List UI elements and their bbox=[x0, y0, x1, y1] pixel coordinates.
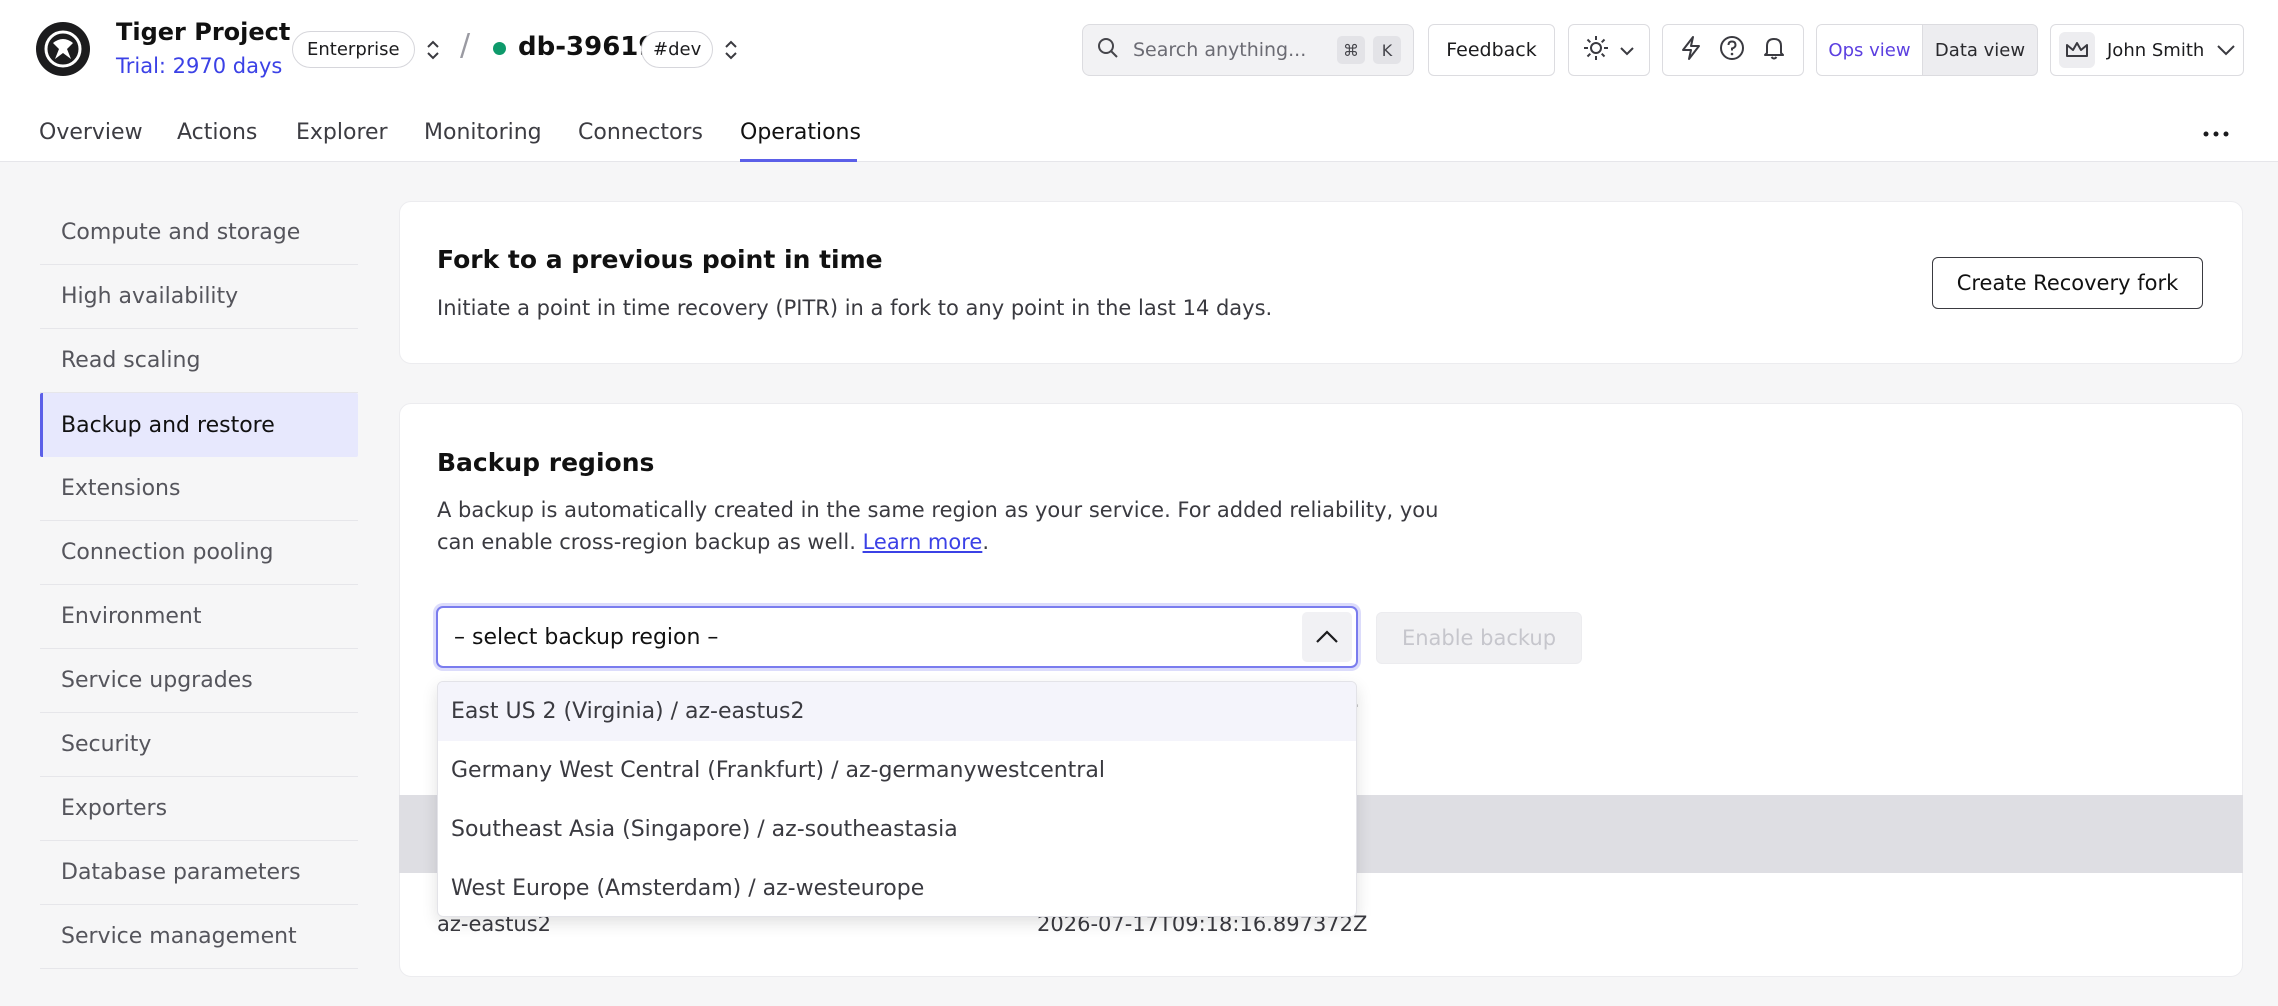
tab-explorer[interactable]: Explorer bbox=[296, 120, 388, 145]
active-tab-indicator bbox=[740, 159, 857, 162]
service-status-dot bbox=[493, 42, 506, 55]
more-horizontal-icon[interactable] bbox=[2200, 122, 2232, 146]
project-switcher-chevron-icon[interactable] bbox=[424, 37, 442, 63]
sidebar-item-service-management[interactable]: Service management bbox=[40, 905, 358, 969]
backup-card-description-line-2: can enable cross-region backup as well. … bbox=[437, 526, 989, 559]
top-header: Tiger Project Trial: 2970 days Enterpris… bbox=[0, 0, 2278, 162]
sidebar-item-service-upgrades[interactable]: Service upgrades bbox=[40, 649, 358, 713]
user-menu-button[interactable]: John Smith bbox=[2050, 24, 2244, 76]
sidebar-item-read-scaling[interactable]: Read scaling bbox=[40, 329, 358, 393]
tab-operations[interactable]: Operations bbox=[740, 120, 861, 145]
tiger-logo-icon[interactable] bbox=[36, 22, 90, 76]
plan-badge: Enterprise bbox=[292, 31, 415, 68]
trial-link[interactable]: Trial: 2970 days bbox=[116, 54, 282, 78]
backup-card-title: Backup regions bbox=[437, 448, 655, 477]
environment-badge: #dev bbox=[641, 31, 714, 68]
region-option-eastus2[interactable]: East US 2 (Virginia) / az-eastus2 bbox=[438, 682, 1356, 741]
view-toggle: Ops view Data view bbox=[1816, 24, 2038, 76]
sidebar-item-high-availability[interactable]: High availability bbox=[40, 265, 358, 329]
region-option-germanywestcentral[interactable]: Germany West Central (Frankfurt) / az-ge… bbox=[438, 741, 1356, 800]
tab-actions[interactable]: Actions bbox=[177, 120, 257, 145]
chevron-down-icon bbox=[2216, 41, 2236, 60]
sun-icon bbox=[1583, 35, 1609, 66]
fork-card-description: Initiate a point in time recovery (PITR)… bbox=[437, 296, 1273, 320]
region-dropdown-menu: East US 2 (Virginia) / az-eastus2 German… bbox=[437, 681, 1357, 917]
ops-view-tab[interactable]: Ops view bbox=[1817, 25, 1923, 75]
project-name[interactable]: Tiger Project bbox=[116, 18, 290, 46]
service-switcher-chevron-icon[interactable] bbox=[722, 37, 740, 63]
crown-icon bbox=[2059, 32, 2095, 68]
search-input[interactable]: Search anything... ⌘ K bbox=[1082, 24, 1414, 76]
sidebar-item-security[interactable]: Security bbox=[40, 713, 358, 777]
sidebar-item-database-parameters[interactable]: Database parameters bbox=[40, 841, 358, 905]
shortcut-key-cmd: ⌘ bbox=[1337, 36, 1365, 64]
service-name[interactable]: db-39619 bbox=[518, 32, 656, 62]
create-recovery-fork-button[interactable]: Create Recovery fork bbox=[1932, 257, 2203, 309]
sidebar-item-compute-and-storage[interactable]: Compute and storage bbox=[40, 201, 358, 265]
search-placeholder: Search anything... bbox=[1133, 39, 1307, 61]
user-name: John Smith bbox=[2107, 39, 2205, 61]
chevron-up-icon[interactable] bbox=[1302, 612, 1352, 662]
tab-overview[interactable]: Overview bbox=[39, 120, 143, 145]
data-view-tab[interactable]: Data view bbox=[1923, 25, 2037, 75]
sidebar-item-connection-pooling[interactable]: Connection pooling bbox=[40, 521, 358, 585]
lightning-icon[interactable] bbox=[1680, 35, 1702, 66]
search-icon bbox=[1097, 37, 1119, 63]
backup-card-description-line-1: A backup is automatically created in the… bbox=[437, 498, 1439, 522]
tab-monitoring[interactable]: Monitoring bbox=[424, 120, 542, 145]
feedback-button[interactable]: Feedback bbox=[1428, 24, 1555, 76]
help-circle-icon[interactable] bbox=[1719, 35, 1745, 66]
learn-more-link[interactable]: Learn more bbox=[863, 530, 983, 554]
bell-icon[interactable] bbox=[1762, 35, 1786, 66]
tab-connectors[interactable]: Connectors bbox=[578, 120, 703, 145]
sidebar-item-extensions[interactable]: Extensions bbox=[40, 457, 358, 521]
description-text: can enable cross-region backup as well. bbox=[437, 530, 856, 554]
backup-region-select[interactable]: – select backup region – bbox=[436, 606, 1358, 668]
region-option-westeurope[interactable]: West Europe (Amsterdam) / az-westeurope bbox=[438, 859, 1356, 916]
quick-actions-group bbox=[1662, 24, 1804, 76]
chevron-down-icon bbox=[1619, 39, 1635, 61]
select-value: – select backup region – bbox=[454, 624, 719, 650]
enable-backup-button[interactable]: Enable backup bbox=[1376, 612, 1582, 664]
sidebar-item-exporters[interactable]: Exporters bbox=[40, 777, 358, 841]
fork-card-title: Fork to a previous point in time bbox=[437, 245, 883, 274]
breadcrumb-separator: / bbox=[460, 28, 471, 63]
description-period: . bbox=[982, 530, 990, 554]
theme-toggle-button[interactable] bbox=[1568, 24, 1650, 76]
shortcut-key-k: K bbox=[1373, 36, 1401, 64]
region-option-southeastasia[interactable]: Southeast Asia (Singapore) / az-southeas… bbox=[438, 800, 1356, 859]
sidebar-item-environment[interactable]: Environment bbox=[40, 585, 358, 649]
sidebar-item-backup-and-restore[interactable]: Backup and restore bbox=[40, 393, 358, 457]
